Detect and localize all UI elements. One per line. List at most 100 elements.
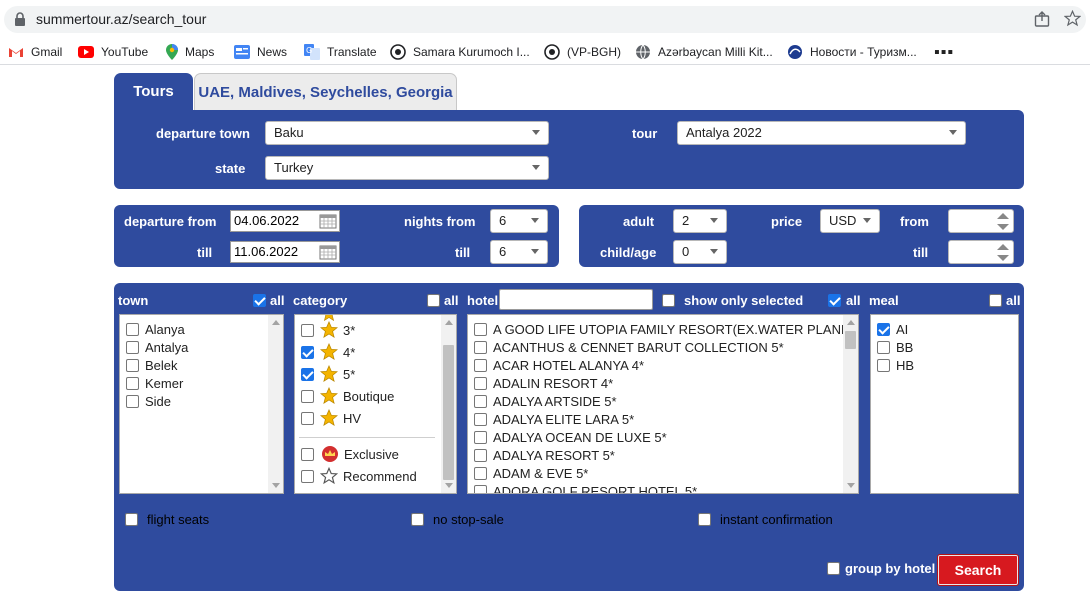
bookmark-milli-kitab[interactable]: Azərbaycan Milli Kit... bbox=[635, 42, 773, 62]
adult-select[interactable]: 2 bbox=[673, 209, 727, 233]
spin-up-icon[interactable] bbox=[994, 242, 1012, 252]
bookmark-vp-bgh[interactable]: (VP-BGH) bbox=[544, 42, 621, 62]
flight-seats-option[interactable]: flight seats bbox=[125, 511, 209, 527]
checkbox[interactable] bbox=[125, 512, 138, 526]
more-bookmarks-icon[interactable]: ▪▪▪ bbox=[934, 44, 954, 62]
list-item[interactable]: Side bbox=[126, 392, 171, 410]
list-item[interactable]: BB bbox=[877, 338, 913, 356]
checkbox[interactable] bbox=[877, 322, 890, 336]
spin-up-icon[interactable] bbox=[994, 211, 1012, 221]
checkbox[interactable] bbox=[474, 394, 487, 408]
list-item[interactable]: Recommend bbox=[301, 467, 417, 485]
currency-select[interactable]: USD bbox=[820, 209, 880, 233]
show-only-selected-checkbox[interactable] bbox=[662, 294, 675, 307]
scroll-down-icon[interactable] bbox=[445, 483, 453, 488]
checkbox[interactable] bbox=[301, 469, 314, 483]
nights-from-select[interactable]: 6 bbox=[490, 209, 548, 233]
list-item[interactable]: ADALYA ARTSIDE 5* bbox=[474, 392, 617, 410]
bookmark-gmail[interactable]: Gmail bbox=[8, 42, 62, 62]
scroll-down-icon[interactable] bbox=[272, 483, 280, 488]
list-item[interactable]: ADALYA ELITE LARA 5* bbox=[474, 410, 634, 428]
calendar-icon[interactable] bbox=[319, 244, 337, 260]
child-select[interactable]: 0 bbox=[673, 240, 727, 264]
checkbox[interactable] bbox=[827, 561, 840, 575]
price-from-input[interactable] bbox=[948, 209, 1014, 233]
tab-tours[interactable]: Tours bbox=[114, 73, 193, 110]
checkbox[interactable] bbox=[301, 389, 314, 403]
category-list[interactable]: 3* 4* 5* Boutique HV Exclusive Recommend bbox=[294, 314, 457, 494]
checkbox[interactable] bbox=[474, 430, 487, 444]
list-item[interactable]: Belek bbox=[126, 356, 178, 374]
scroll-up-icon[interactable] bbox=[847, 320, 855, 325]
checkbox[interactable] bbox=[411, 512, 424, 526]
bookmark-maps[interactable]: Maps bbox=[166, 42, 214, 62]
checkbox[interactable] bbox=[301, 411, 314, 425]
checkbox[interactable] bbox=[474, 358, 487, 372]
checkbox[interactable] bbox=[698, 512, 711, 526]
hotel-search-input[interactable] bbox=[499, 289, 653, 310]
nights-till-select[interactable]: 6 bbox=[490, 240, 548, 264]
departure-from-input[interactable]: 04.06.2022 bbox=[230, 210, 340, 232]
checkbox[interactable] bbox=[126, 322, 139, 336]
till-date-input[interactable]: 11.06.2022 bbox=[230, 241, 340, 263]
lock-icon[interactable] bbox=[14, 12, 26, 26]
list-item[interactable]: Antalya bbox=[126, 338, 188, 356]
checkbox[interactable] bbox=[474, 412, 487, 426]
checkbox[interactable] bbox=[301, 367, 314, 381]
list-item[interactable]: ACAR HOTEL ALANYA 4* bbox=[474, 356, 644, 374]
scroll-up-icon[interactable] bbox=[445, 320, 453, 325]
checkbox[interactable] bbox=[126, 358, 139, 372]
scroll-thumb[interactable] bbox=[845, 331, 856, 349]
checkbox[interactable] bbox=[126, 376, 139, 390]
list-item[interactable]: Exclusive bbox=[301, 445, 399, 463]
checkbox[interactable] bbox=[474, 448, 487, 462]
checkbox[interactable] bbox=[301, 345, 314, 359]
departure-town-select[interactable]: Baku bbox=[265, 121, 549, 145]
url-field[interactable]: summertour.az/search_tour bbox=[4, 6, 1086, 33]
scroll-down-icon[interactable] bbox=[847, 483, 855, 488]
bookmark-novosti[interactable]: Новости - Туризм... bbox=[787, 42, 917, 62]
hotel-scrollbar[interactable] bbox=[843, 315, 858, 493]
no-stop-sale-option[interactable]: no stop-sale bbox=[411, 511, 504, 527]
calendar-icon[interactable] bbox=[319, 213, 337, 229]
url-text[interactable]: summertour.az/search_tour bbox=[36, 11, 206, 27]
list-item[interactable]: ADALYA RESORT 5* bbox=[474, 446, 615, 464]
state-select[interactable]: Turkey bbox=[265, 156, 549, 180]
list-item[interactable]: ADAM & EVE 5* bbox=[474, 464, 588, 482]
list-item[interactable]: ADORA GOLF RESORT HOTEL 5* bbox=[474, 482, 697, 493]
bookmark-samara[interactable]: Samara Kurumoch I... bbox=[390, 42, 530, 62]
checkbox[interactable] bbox=[474, 322, 487, 336]
tab-uae-maldives[interactable]: UAE, Maldives, Seychelles, Georgia bbox=[194, 73, 457, 110]
checkbox[interactable] bbox=[301, 447, 314, 461]
checkbox[interactable] bbox=[474, 484, 487, 493]
bookmark-translate[interactable]: G Translate bbox=[304, 42, 377, 62]
bookmark-star-icon[interactable] bbox=[1064, 10, 1081, 27]
checkbox[interactable] bbox=[474, 376, 487, 390]
town-list[interactable]: Alanya Antalya Belek Kemer Side bbox=[119, 314, 284, 494]
hotel-all-checkbox[interactable] bbox=[828, 294, 841, 307]
list-item[interactable]: ADALYA OCEAN DE LUXE 5* bbox=[474, 428, 667, 446]
scroll-up-icon[interactable] bbox=[272, 320, 280, 325]
list-item[interactable]: A GOOD LIFE UTOPIA FAMILY RESORT(EX.WATE… bbox=[474, 320, 858, 338]
list-item[interactable]: Kemer bbox=[126, 374, 183, 392]
list-item[interactable]: HV bbox=[301, 409, 361, 427]
price-till-input[interactable] bbox=[948, 240, 1014, 264]
list-item[interactable]: Boutique bbox=[301, 387, 394, 405]
spin-down-icon[interactable] bbox=[994, 253, 1012, 263]
list-item[interactable]: ACANTHUS & CENNET BARUT COLLECTION 5* bbox=[474, 338, 784, 356]
share-icon[interactable] bbox=[1034, 11, 1050, 27]
tour-select[interactable]: Antalya 2022 bbox=[677, 121, 966, 145]
checkbox[interactable] bbox=[126, 340, 139, 354]
group-by-hotel-option[interactable]: group by hotel bbox=[827, 560, 935, 576]
checkbox[interactable] bbox=[126, 394, 139, 408]
scroll-thumb[interactable] bbox=[443, 345, 454, 480]
list-item[interactable]: 5* bbox=[301, 365, 355, 383]
bookmark-news[interactable]: News bbox=[234, 42, 287, 62]
town-scrollbar[interactable] bbox=[268, 315, 283, 493]
spin-down-icon[interactable] bbox=[994, 222, 1012, 232]
meal-all-checkbox[interactable] bbox=[989, 294, 1002, 307]
list-item[interactable]: 4* bbox=[301, 343, 355, 361]
meal-list[interactable]: AI BB HB bbox=[870, 314, 1019, 494]
instant-confirmation-option[interactable]: instant confirmation bbox=[698, 511, 833, 527]
list-item[interactable]: ADALIN RESORT 4* bbox=[474, 374, 613, 392]
